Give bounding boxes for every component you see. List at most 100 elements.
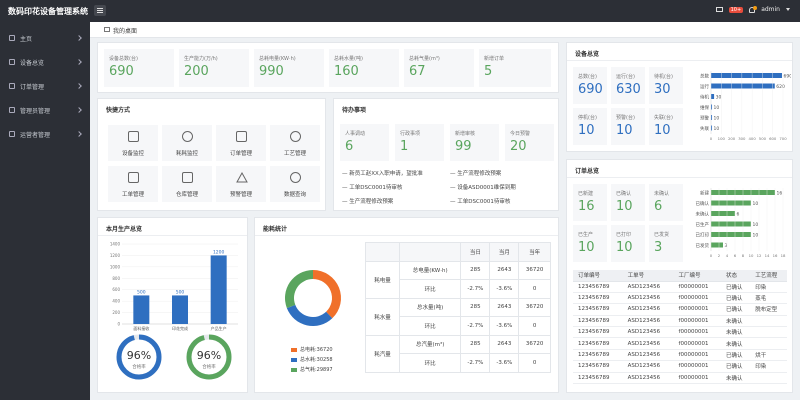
stat-label: 未确认: [654, 191, 670, 197]
stat-label: 总耗气量(m³): [409, 56, 440, 62]
notification-badge: 10+: [728, 6, 744, 13]
order-tick-label: 4: [726, 253, 729, 258]
order-tick-label: 2: [718, 253, 721, 258]
device-bar-value: 690: [783, 74, 791, 80]
table-row[interactable]: 123456789 ASD123456 f00000001 未确认: [573, 315, 787, 328]
stat-value: 160: [334, 64, 359, 79]
todo-item[interactable]: — 新员工赵XX入职申请，望批准: [342, 169, 423, 177]
shortcut-energy-monitor[interactable]: 耗耗监控: [162, 125, 212, 161]
device-stat-warning: 预警(台) 10: [611, 108, 645, 145]
gauge-value: 96%: [127, 349, 151, 362]
legend-label: 总电耗:36720: [300, 347, 333, 353]
shortcut-warehouse[interactable]: 仓库管理: [162, 166, 212, 202]
shortcut-order-management[interactable]: 订单管理: [216, 125, 266, 161]
device-overview-card: 设备总览 总数(台) 690 运行(台) 630 待机(台) 30 停机(台) …: [566, 42, 793, 152]
stat-label: 总数(台): [578, 74, 597, 80]
app-title: 数码印花设备管理系统: [8, 7, 88, 16]
stat-label: 新增审核: [455, 131, 476, 137]
breadcrumb-label[interactable]: 我的桌面: [113, 26, 137, 35]
home-icon[interactable]: [104, 27, 110, 32]
order-tick-label: 16: [773, 253, 778, 258]
pass-rate-gauge: 96% 合格率: [186, 334, 232, 380]
todo-stat-review[interactable]: 新增审核 99: [450, 124, 499, 161]
stat-value: 690: [109, 64, 134, 79]
chevron-right-icon: [76, 59, 82, 65]
card-title: 待办事项: [342, 107, 367, 114]
todo-item[interactable]: — 生产流程修改预案: [342, 197, 393, 205]
stat-label: 失联(台): [654, 115, 673, 121]
stat-label: 人事调动: [345, 131, 366, 137]
sidebar-item-orders[interactable]: 订单管理: [0, 74, 90, 98]
table-row[interactable]: 123456789 ASD123456 f00000001 已确认 蒸毛: [573, 292, 787, 305]
sidebar-item-devices[interactable]: 设备总览: [0, 50, 90, 74]
order-cell: [750, 315, 787, 328]
sidebar-item-operators[interactable]: 运营者管理: [0, 122, 90, 146]
production-tick-label: 1200: [110, 253, 121, 258]
production-bar-chart: 0 200 400 600 800 1000 1200 1400 500 面料接收 500 印花完成 1…: [110, 242, 238, 331]
energy-cell: -2.7%: [460, 316, 491, 336]
order-bar-value: 6: [737, 212, 740, 218]
legend-label: 总水耗:30258: [300, 357, 333, 363]
table-row[interactable]: 123456789 ASD123456 f00000001 已确认 烘干: [573, 349, 787, 362]
stat-label: 停机(台): [578, 115, 597, 121]
shortcut-process-management[interactable]: 工艺管理: [270, 125, 320, 161]
shortcut-data-query[interactable]: 数据查询: [270, 166, 320, 202]
shortcut-label: 订单管理: [229, 151, 252, 157]
shortcut-work-order[interactable]: 工单管理: [108, 166, 158, 202]
table-row[interactable]: 123456789 ASD123456 f00000001 已确认 印染: [573, 281, 787, 293]
device-tick-label: 100: [718, 136, 726, 141]
device-bar: [711, 94, 715, 99]
stat-value: 30: [654, 82, 671, 97]
order-cell: 123456789: [573, 292, 623, 305]
todo-item[interactable]: — 生产流程修改预案: [450, 169, 501, 177]
todo-stat-personnel[interactable]: 人事调动 6: [340, 124, 389, 161]
order-cell: f00000001: [673, 292, 722, 305]
order-cell: f00000001: [673, 315, 722, 328]
shortcut-warning[interactable]: 预警管理: [216, 166, 266, 202]
order-header-cell: 工艺流程: [750, 270, 787, 282]
menu-toggle-button[interactable]: [94, 5, 106, 16]
shortcut-device-monitor[interactable]: 设备监控: [108, 125, 158, 161]
order-cell: 已确认: [721, 349, 751, 362]
table-row[interactable]: 123456789 ASD123456 f00000001 已确认 印染: [573, 360, 787, 373]
todo-stat-warning[interactable]: 今日预警 20: [505, 124, 554, 161]
stat-value: 630: [616, 82, 641, 97]
todo-item[interactable]: — 设备ASD0001维保到期: [450, 183, 516, 191]
energy-cell: 0: [518, 279, 551, 299]
sidebar-item-admins[interactable]: 管理员管理: [0, 98, 90, 122]
energy-cell: 36720: [518, 260, 551, 280]
table-row[interactable]: 123456789 ASD123456 f00000001 未确认: [573, 372, 787, 385]
device-category-label: 总数: [700, 73, 709, 80]
device-stat-running: 运行(台) 630: [611, 67, 645, 104]
todo-stat-admin[interactable]: 行政事项 1: [395, 124, 444, 161]
caret-down-icon[interactable]: [786, 8, 790, 11]
shortcut-label: 工艺管理: [283, 151, 306, 157]
production-category-label: 产品生产: [211, 325, 227, 331]
stat-power: 总耗电量(KW·h) 990: [254, 49, 324, 87]
gauge-label: 合格率: [202, 363, 216, 370]
table-row[interactable]: 123456789 ASD123456 f00000001 已确认 脱布定型: [573, 303, 787, 316]
order-cell: 脱布定型: [750, 303, 787, 316]
todo-item[interactable]: — 工单DSC0001待审核: [342, 183, 402, 191]
bell-icon[interactable]: [749, 5, 758, 13]
energy-header-cell: [398, 242, 462, 262]
card-title: 设备总览: [575, 51, 600, 58]
table-row[interactable]: 123456789 ASD123456 f00000001 未确认: [573, 337, 787, 350]
user-name[interactable]: admin: [761, 6, 780, 13]
stat-new-orders: 新增订单 5: [479, 49, 551, 87]
order-header-cell: 工单号: [622, 270, 674, 282]
stat-value: 67: [409, 64, 426, 79]
order-bar: [711, 200, 751, 206]
order-cell: 已确认: [721, 360, 751, 373]
sidebar-item-home[interactable]: 主页: [0, 26, 90, 50]
table-row[interactable]: 123456789 ASD123456 f00000001 未确认: [573, 326, 787, 339]
order-cell: ASD123456: [622, 292, 674, 305]
stat-value: 5: [484, 64, 493, 79]
mail-icon[interactable]: [715, 7, 723, 12]
legend-swatch: [291, 367, 297, 372]
stat-label: 运行(台): [616, 74, 635, 80]
todo-item[interactable]: — 工单DSC0001待审核: [450, 197, 510, 205]
energy-cell: 总电量(KW·h): [398, 260, 462, 280]
document-icon: [236, 131, 247, 142]
device-tick-label: 300: [738, 136, 746, 141]
